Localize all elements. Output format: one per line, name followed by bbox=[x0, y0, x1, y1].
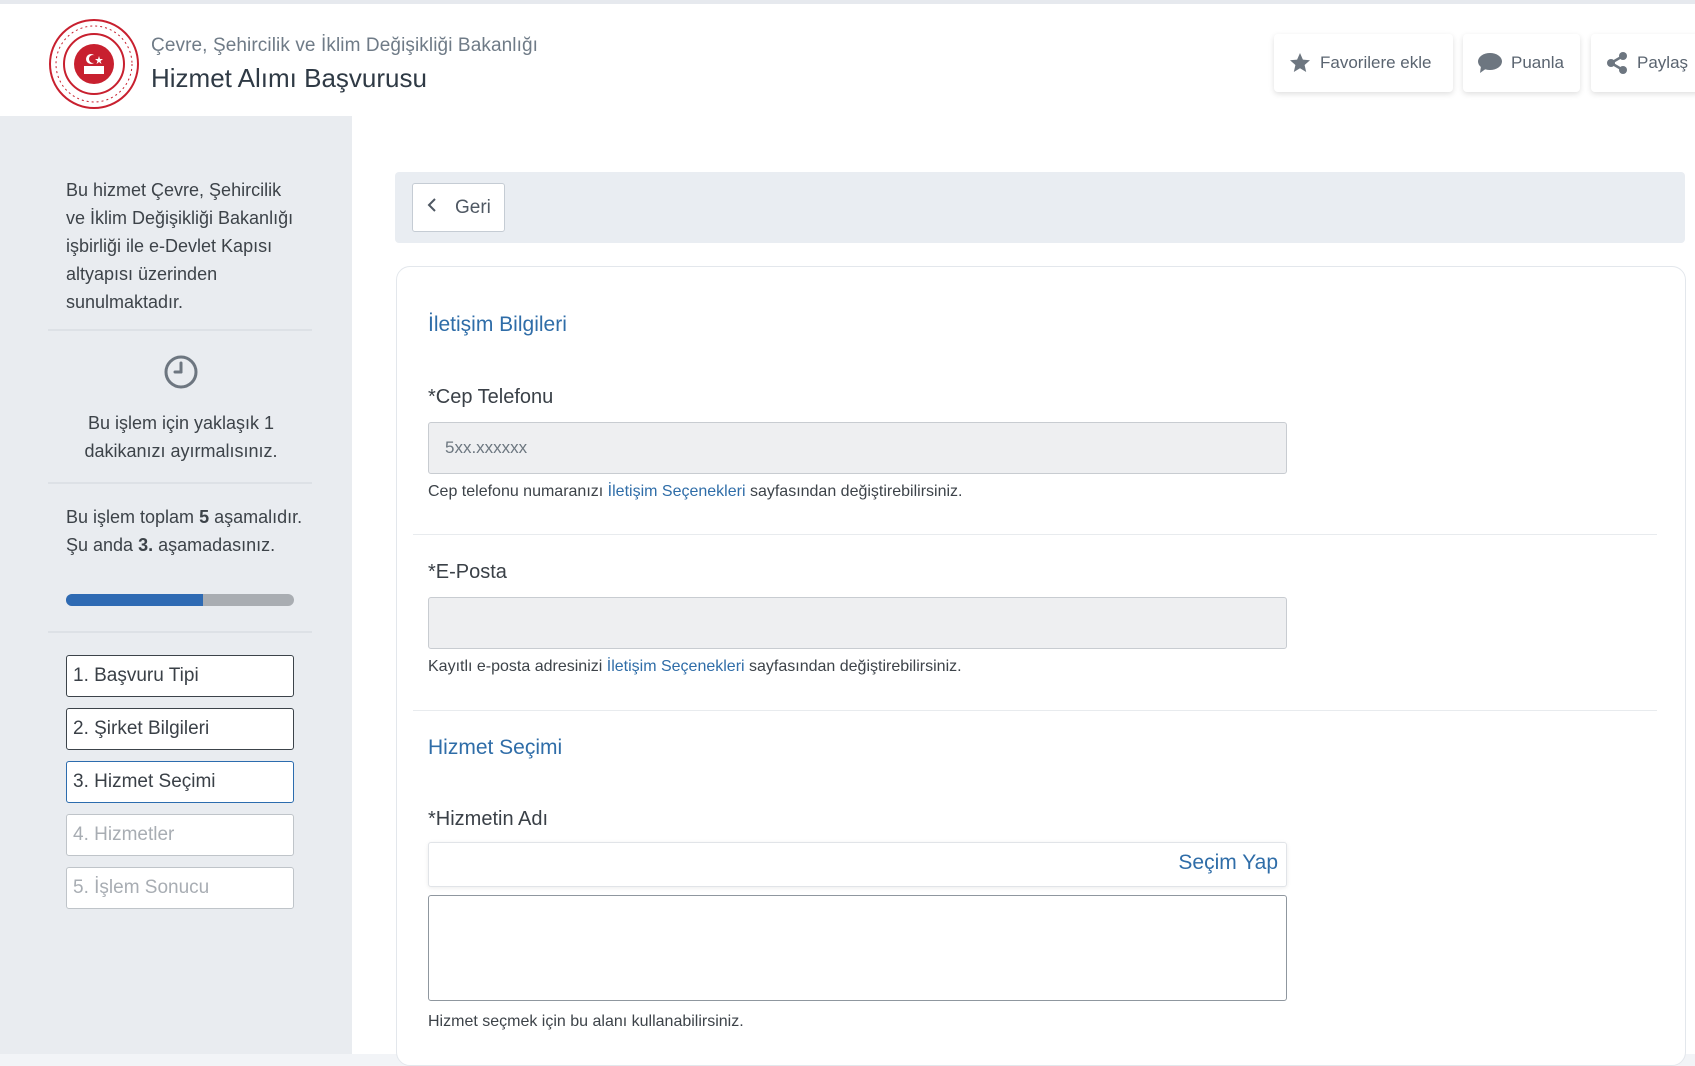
star-icon bbox=[1288, 51, 1312, 75]
rate-label: Puanla bbox=[1511, 53, 1564, 72]
email-label: *E-Posta bbox=[428, 561, 507, 583]
progress-fill bbox=[66, 594, 203, 606]
contact-options-link[interactable]: İletişim Seçenekleri bbox=[607, 658, 745, 675]
share-icon bbox=[1605, 51, 1629, 75]
step-basvuru-tipi[interactable]: 1. Başvuru Tipi bbox=[66, 655, 294, 697]
rate-button[interactable]: Puanla bbox=[1463, 34, 1580, 92]
speech-bubble-icon bbox=[1477, 52, 1503, 74]
contact-section-title: İletişim Bilgileri bbox=[428, 313, 567, 336]
service-select-bar[interactable]: Seçim Yap bbox=[428, 842, 1287, 887]
sidebar-divider bbox=[48, 482, 312, 484]
phone-label: *Cep Telefonu bbox=[428, 386, 554, 408]
email-help-text: Kayıtlı e-posta adresinizi bbox=[428, 658, 607, 675]
phone-help: Cep telefonu numaranızı İletişim Seçenek… bbox=[428, 483, 963, 501]
institution-name[interactable]: Çevre, Şehircilik ve İklim Değişikliği B… bbox=[151, 35, 538, 57]
step-hizmet-secimi[interactable]: 3. Hizmet Seçimi bbox=[66, 761, 294, 803]
service-name-label: *Hizmetin Adı bbox=[428, 808, 549, 830]
share-label: Paylaş bbox=[1637, 53, 1689, 72]
form-divider bbox=[413, 710, 1657, 711]
contact-options-link[interactable]: İletişim Seçenekleri bbox=[608, 483, 746, 500]
action-bar bbox=[395, 172, 1685, 243]
steps-total: 5 bbox=[199, 507, 210, 527]
chevron-left-icon bbox=[427, 198, 437, 217]
step-islem-sonucu: 5. İşlem Sonucu bbox=[66, 867, 294, 909]
email-help-text-end: sayfasından değiştirebilirsiniz. bbox=[744, 658, 962, 675]
sidebar-divider bbox=[48, 329, 312, 331]
service-help: Hizmet seçmek için bu alanı kullanabilir… bbox=[428, 1013, 744, 1030]
service-info-text: Bu hizmet Çevre, Şehircilik ve İklim Değ… bbox=[66, 180, 294, 312]
page-header: Çevre, Şehircilik ve İklim Değişikliği B… bbox=[0, 0, 1695, 116]
clock-icon bbox=[163, 354, 199, 390]
phone-help-text-end: sayfasından değiştirebilirsiniz. bbox=[745, 483, 963, 500]
service-title: Hizmet Alımı Başvurusu bbox=[151, 63, 427, 93]
share-button[interactable]: Paylaş bbox=[1591, 34, 1695, 92]
phone-field[interactable]: 5xx.xxxxxx bbox=[428, 422, 1287, 474]
back-label: Geri bbox=[455, 196, 491, 218]
sidebar: Bu hizmet Çevre, Şehircilik ve İklim Değ… bbox=[0, 116, 352, 1054]
step-hizmetler: 4. Hizmetler bbox=[66, 814, 294, 856]
back-button[interactable]: Geri bbox=[412, 183, 505, 232]
select-button[interactable]: Seçim Yap bbox=[1178, 851, 1278, 875]
favorite-button[interactable]: Favorilere ekle bbox=[1274, 34, 1453, 92]
form-divider bbox=[413, 534, 1657, 535]
favorite-label: Favorilere ekle bbox=[1320, 53, 1432, 72]
steps-current: 3. bbox=[138, 535, 154, 555]
ministry-logo[interactable] bbox=[48, 18, 140, 110]
step-progress-text: Bu işlem toplam 5 aşamalıdır. Şu anda 3.… bbox=[66, 503, 306, 559]
sidebar-divider bbox=[48, 631, 312, 633]
service-section-title: Hizmet Seçimi bbox=[428, 736, 563, 759]
email-help: Kayıtlı e-posta adresinizi İletişim Seçe… bbox=[428, 658, 962, 676]
step-sirket-bilgileri[interactable]: 2. Şirket Bilgileri bbox=[66, 708, 294, 750]
time-estimate-text: Bu işlem için yaklaşık 1 dakikanızı ayır… bbox=[84, 413, 278, 461]
service-textarea[interactable] bbox=[428, 895, 1287, 1001]
steps-prefix: Bu işlem toplam bbox=[66, 507, 200, 527]
email-field[interactable] bbox=[428, 597, 1287, 649]
progress-bar bbox=[66, 594, 294, 606]
phone-help-text: Cep telefonu numaranızı bbox=[428, 483, 608, 500]
steps-suffix: aşamadasınız. bbox=[153, 535, 276, 555]
